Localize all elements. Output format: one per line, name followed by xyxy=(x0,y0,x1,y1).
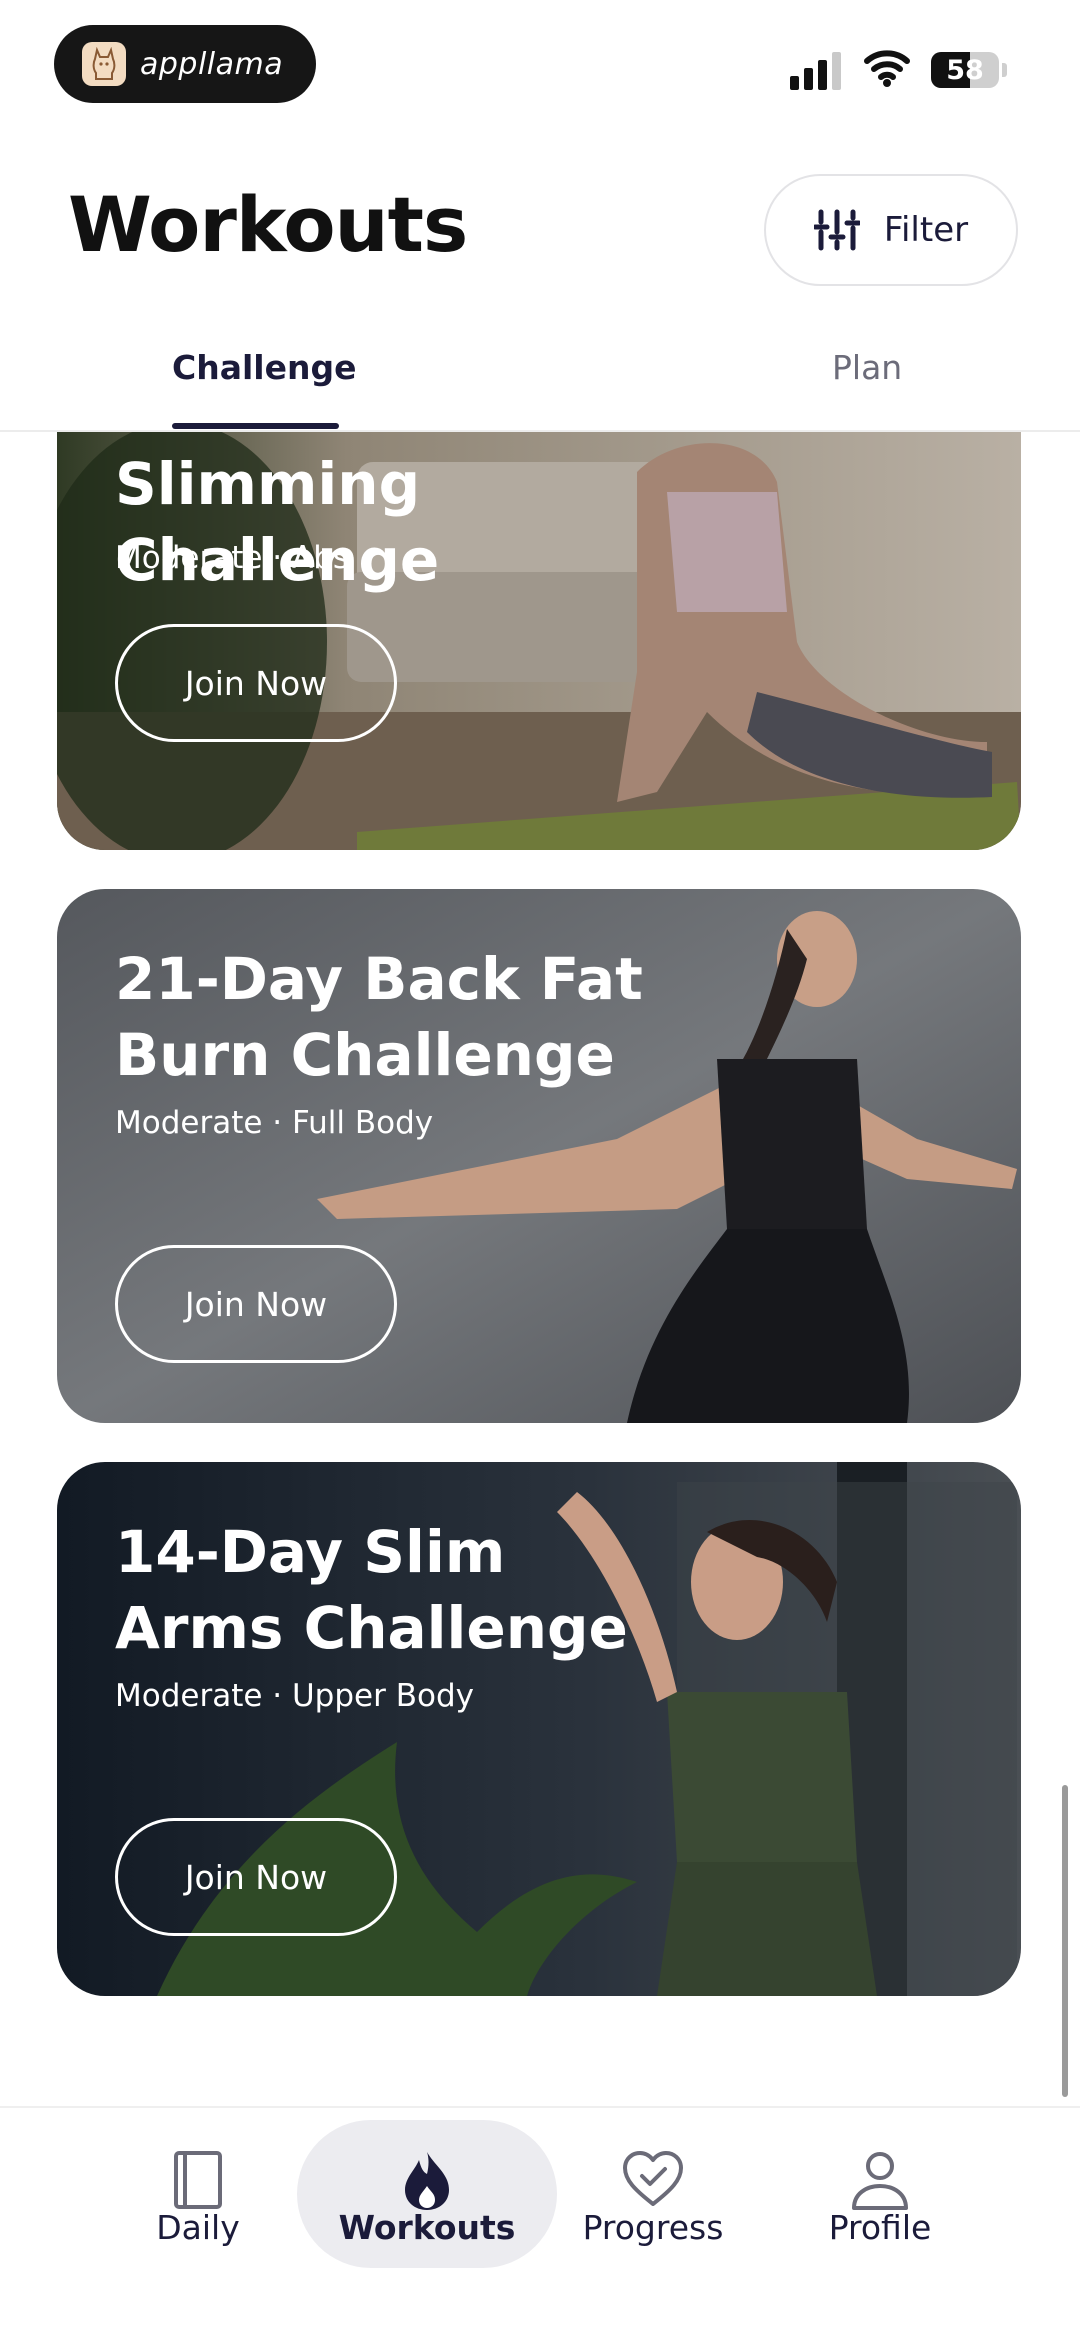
active-tab-indicator xyxy=(172,423,339,429)
tab-bar: Challenge Plan xyxy=(0,320,1080,432)
tab-challenge[interactable]: Challenge xyxy=(172,348,356,387)
nav-label: Daily xyxy=(156,2208,240,2247)
app-name: appllama xyxy=(140,46,284,82)
card-meta: Moderate · Upper Body xyxy=(115,1678,474,1714)
scrollbar[interactable] xyxy=(1062,1785,1068,2097)
app-pill[interactable]: appllama xyxy=(54,25,316,103)
challenge-card[interactable]: 21-Day Back Fat Burn Challenge Moderate … xyxy=(57,889,1021,1423)
heart-check-icon xyxy=(623,2151,683,2206)
tab-plan[interactable]: Plan xyxy=(832,348,902,387)
wifi-icon xyxy=(864,50,910,87)
card-meta: Moderate · Full Body xyxy=(115,1105,434,1141)
card-title: 21-Day Back Fat Burn Challenge xyxy=(115,945,643,1089)
nav-label: Profile xyxy=(828,2208,932,2247)
sliders-icon xyxy=(813,209,860,251)
status-bar: appllama 58 xyxy=(0,0,1080,130)
filter-button[interactable]: Filter xyxy=(764,174,1018,286)
signal-icon xyxy=(790,52,841,90)
book-icon xyxy=(174,2151,222,2209)
bottom-nav: Daily Workouts Progress Profile xyxy=(0,2106,1080,2339)
filter-label: Filter xyxy=(883,210,969,250)
person-icon xyxy=(852,2152,908,2210)
challenge-list[interactable]: Slimming Challenge Moderate · Abs Join N… xyxy=(0,432,1080,2104)
nav-workouts[interactable]: Workouts xyxy=(317,2108,537,2339)
challenge-card[interactable]: Slimming Challenge Moderate · Abs Join N… xyxy=(57,432,1021,850)
nav-daily[interactable]: Daily xyxy=(88,2108,308,2339)
battery-icon: 58 xyxy=(931,52,999,88)
join-now-button[interactable]: Join Now xyxy=(115,624,397,742)
challenge-card[interactable]: 14-Day Slim Arms Challenge Moderate · Up… xyxy=(57,1462,1021,1996)
nav-profile[interactable]: Profile xyxy=(770,2108,990,2339)
nav-progress[interactable]: Progress xyxy=(543,2108,763,2339)
page-title: Workouts xyxy=(68,180,468,269)
nav-label: Progress xyxy=(582,2208,724,2247)
battery-level: 58 xyxy=(946,54,984,86)
nav-label: Workouts xyxy=(338,2208,516,2247)
join-now-button[interactable]: Join Now xyxy=(115,1245,397,1363)
card-title: 14-Day Slim Arms Challenge xyxy=(115,1518,628,1662)
flame-icon xyxy=(405,2152,449,2210)
join-now-button[interactable]: Join Now xyxy=(115,1818,397,1936)
llama-logo-icon xyxy=(82,42,126,86)
card-meta: Moderate · Abs xyxy=(115,540,350,576)
